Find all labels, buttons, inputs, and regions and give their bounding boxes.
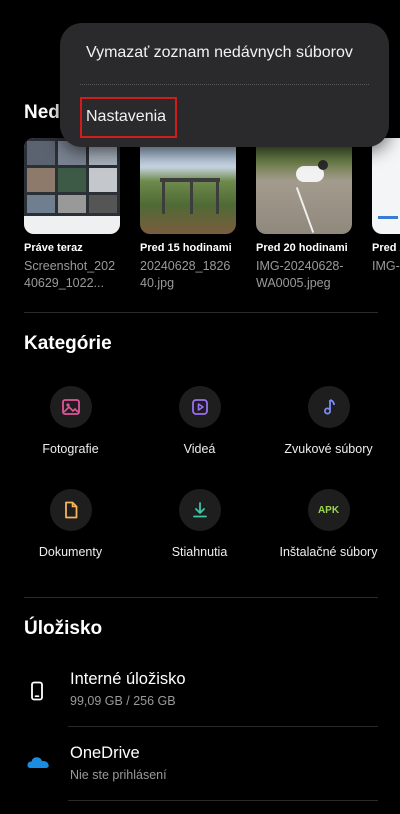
category-label: Fotografie bbox=[42, 442, 99, 456]
recent-file-item[interactable]: Práve teraz Screenshot_20240629_1022... bbox=[24, 138, 122, 292]
storage-internal[interactable]: Interné úložisko 99,09 GB / 256 GB bbox=[0, 660, 400, 724]
video-icon bbox=[178, 386, 221, 428]
settings-highlight-box bbox=[80, 97, 177, 138]
recent-files-list[interactable]: Práve teraz Screenshot_20240629_1022... … bbox=[24, 138, 400, 298]
recent-file-item[interactable]: Pred 20 hodinami IMG-20240628-WA0005.jpe… bbox=[256, 138, 354, 292]
overflow-menu: Vymazať zoznam nedávnych súborov Nastave… bbox=[60, 23, 389, 147]
category-label: Videá bbox=[183, 442, 216, 456]
recent-file-thumbnail bbox=[140, 138, 236, 234]
divider bbox=[68, 726, 378, 727]
categories-title: Kategórie bbox=[24, 333, 112, 354]
category-label: Zvukové súbory bbox=[284, 442, 373, 456]
recent-file-thumbnail bbox=[256, 138, 352, 234]
category-documents[interactable]: Dokumenty bbox=[4, 489, 137, 559]
recent-file-name: 20240628_182640.jpg bbox=[140, 259, 231, 290]
apk-icon-text: APK bbox=[317, 504, 340, 516]
menu-separator bbox=[80, 84, 369, 85]
category-installers[interactable]: APK Inštalačné súbory bbox=[262, 489, 395, 559]
phone-icon bbox=[26, 680, 48, 707]
recent-file-name: Screenshot_20240629_1022... bbox=[24, 259, 116, 290]
recent-file-time: Pred 15 hodinami bbox=[140, 242, 232, 254]
download-icon bbox=[178, 489, 221, 531]
storage-title-text: Interné úložisko bbox=[70, 670, 186, 688]
category-label: Stiahnutia bbox=[171, 545, 228, 559]
storage-title: Úložisko bbox=[24, 618, 103, 639]
storage-subtitle: Nie ste prihlásení bbox=[70, 768, 167, 782]
recent-file-item[interactable]: Pred 15 hodinami 20240628_182640.jpg bbox=[140, 138, 238, 292]
category-photos[interactable]: Fotografie bbox=[4, 386, 137, 456]
divider bbox=[24, 312, 378, 313]
image-icon bbox=[49, 386, 92, 428]
recent-file-name: IMG-2-WA0 bbox=[372, 259, 400, 273]
recent-file-item[interactable]: Pred 2 IMG-2-WA0 bbox=[372, 138, 400, 275]
divider bbox=[68, 800, 378, 801]
storage-onedrive[interactable]: OneDrive Nie ste prihlásení bbox=[0, 734, 400, 798]
recent-file-time: Pred 2 bbox=[372, 242, 400, 254]
storage-subtitle: 99,09 GB / 256 GB bbox=[70, 694, 176, 708]
category-downloads[interactable]: Stiahnutia bbox=[133, 489, 266, 559]
menu-item-clear-recent[interactable]: Vymazať zoznam nedávnych súborov bbox=[86, 44, 353, 62]
music-note-icon bbox=[307, 386, 350, 428]
category-audio[interactable]: Zvukové súbory bbox=[262, 386, 395, 456]
recent-file-time: Práve teraz bbox=[24, 242, 83, 254]
recent-file-time: Pred 20 hodinami bbox=[256, 242, 348, 254]
recent-file-thumbnail bbox=[24, 138, 120, 234]
cloud-icon bbox=[26, 752, 50, 779]
category-videos[interactable]: Videá bbox=[133, 386, 266, 456]
category-label: Dokumenty bbox=[38, 545, 103, 559]
apk-icon: APK bbox=[307, 489, 350, 531]
recent-file-name: IMG-20240628-WA0005.jpeg bbox=[256, 259, 344, 290]
storage-title-text: OneDrive bbox=[70, 744, 140, 762]
category-label: Inštalačné súbory bbox=[279, 545, 378, 559]
divider bbox=[24, 597, 378, 598]
document-icon bbox=[49, 489, 92, 531]
recent-file-thumbnail bbox=[372, 138, 400, 234]
